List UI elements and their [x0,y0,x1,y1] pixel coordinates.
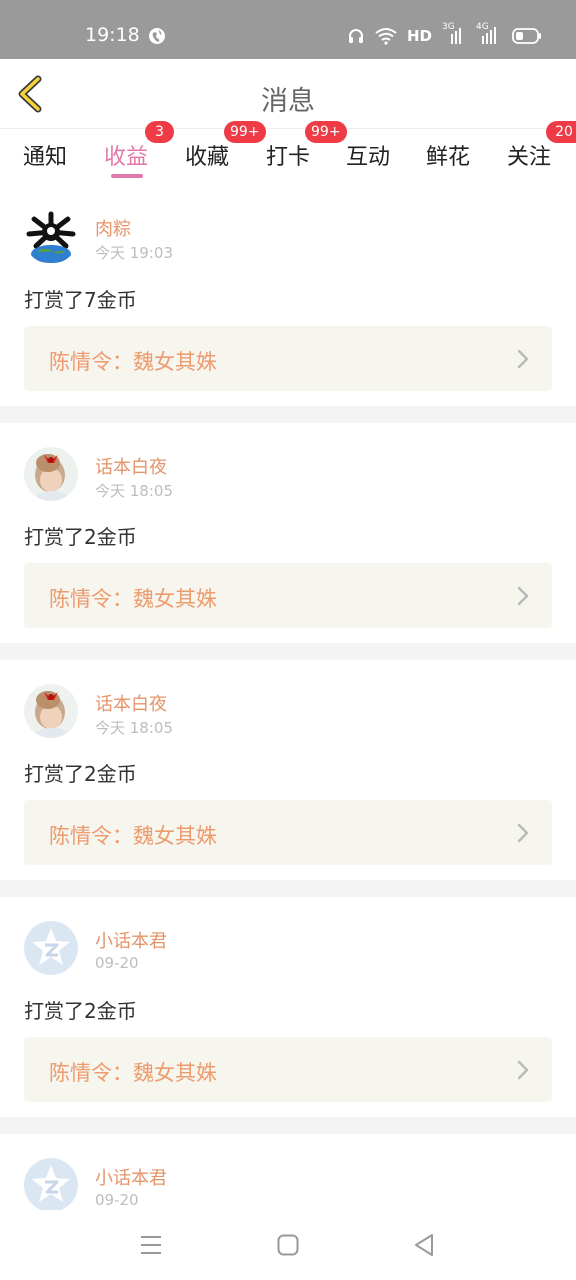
wifi-icon [375,28,397,45]
message-action: 打赏了7金币 [24,288,137,312]
menu-icon[interactable] [140,1235,162,1255]
system-nav-bar [0,1210,576,1280]
tab-flowers[interactable]: 鲜花 [426,139,470,171]
card-separator [0,643,576,660]
book-link[interactable]: 陈情令：魏女其姝 [24,326,552,391]
chevron-right-icon [517,1060,529,1080]
message-time: 今天 19:03 [95,244,173,262]
tab-follow[interactable]: 关注 [507,139,551,171]
message-card: 肉粽 今天 19:03 打赏了7金币 陈情令：魏女其姝 [0,184,576,406]
message-time: 今天 18:05 [95,482,173,500]
tab-notifications[interactable]: 通知 [23,139,67,171]
username[interactable]: 小话本君 [95,927,167,953]
card-separator [0,1117,576,1134]
avatar[interactable] [24,210,78,264]
username[interactable]: 话本白夜 [95,690,167,716]
message-card: 话本白夜 今天 18:05 打赏了2金币 陈情令：魏女其姝 [0,423,576,643]
home-square-icon[interactable] [277,1234,299,1256]
avatar[interactable] [24,447,78,501]
tab-interaction[interactable]: 互动 [346,139,390,171]
headphones-icon [348,29,363,43]
card-separator [0,406,576,423]
username[interactable]: 肉粽 [95,215,131,241]
message-time: 今天 18:05 [95,719,173,737]
status-time: 19:18 [85,24,140,46]
active-tab-indicator [111,174,143,178]
battery-icon [512,28,541,44]
hd-label: HD [406,27,432,45]
book-title: 陈情令：魏女其姝 [49,824,217,848]
message-card: 小话本君 09-20 打赏了2金币 陈情令：魏女其姝 [0,897,576,1117]
book-link[interactable]: 陈情令：魏女其姝 [24,563,552,628]
top-bar: 消息 [0,59,576,129]
tab-badge-follow: 20 [546,121,576,143]
message-action: 打赏了2金币 [24,525,137,549]
book-link[interactable]: 陈情令：魏女其姝 [24,800,552,865]
chevron-right-icon [517,349,529,369]
tab-badge-checkin: 99+ [305,121,347,143]
book-title: 陈情令：魏女其姝 [49,1061,217,1085]
message-card: 话本白夜 今天 18:05 打赏了2金币 陈情令：魏女其姝 [0,660,576,880]
avatar[interactable] [24,684,78,738]
status-bar: 19:18 HD 3G 4G [0,0,576,59]
avatar[interactable] [24,1158,78,1212]
username[interactable]: 小话本君 [95,1164,167,1190]
signal-4g: 4G [476,22,502,46]
message-action: 打赏了2金币 [24,999,137,1023]
chevron-right-icon [517,586,529,606]
tab-bar: 通知 收益 收藏 打卡 互动 鲜花 关注 [0,129,576,181]
message-action: 打赏了2金币 [24,762,137,786]
tab-badge-favorites: 99+ [224,121,266,143]
book-title: 陈情令：魏女其姝 [49,350,217,374]
book-link[interactable]: 陈情令：魏女其姝 [24,1037,552,1102]
back-triangle-icon[interactable] [413,1233,435,1257]
tab-checkin[interactable]: 打卡 [266,139,310,171]
message-time: 09-20 [95,1191,139,1209]
page-title: 消息 [261,86,315,117]
signal-3g: 3G [442,22,466,46]
message-card: 小话本君 09-20 [0,1134,576,1212]
username[interactable]: 话本白夜 [95,453,167,479]
tab-badge-earnings: 3 [145,121,174,143]
globe-icon [149,28,165,44]
avatar[interactable] [24,921,78,975]
message-time: 09-20 [95,954,139,972]
chevron-right-icon [517,823,529,843]
card-separator [0,880,576,897]
tab-favorites[interactable]: 收藏 [185,139,229,171]
book-title: 陈情令：魏女其姝 [49,587,217,611]
tab-earnings[interactable]: 收益 [104,139,148,171]
